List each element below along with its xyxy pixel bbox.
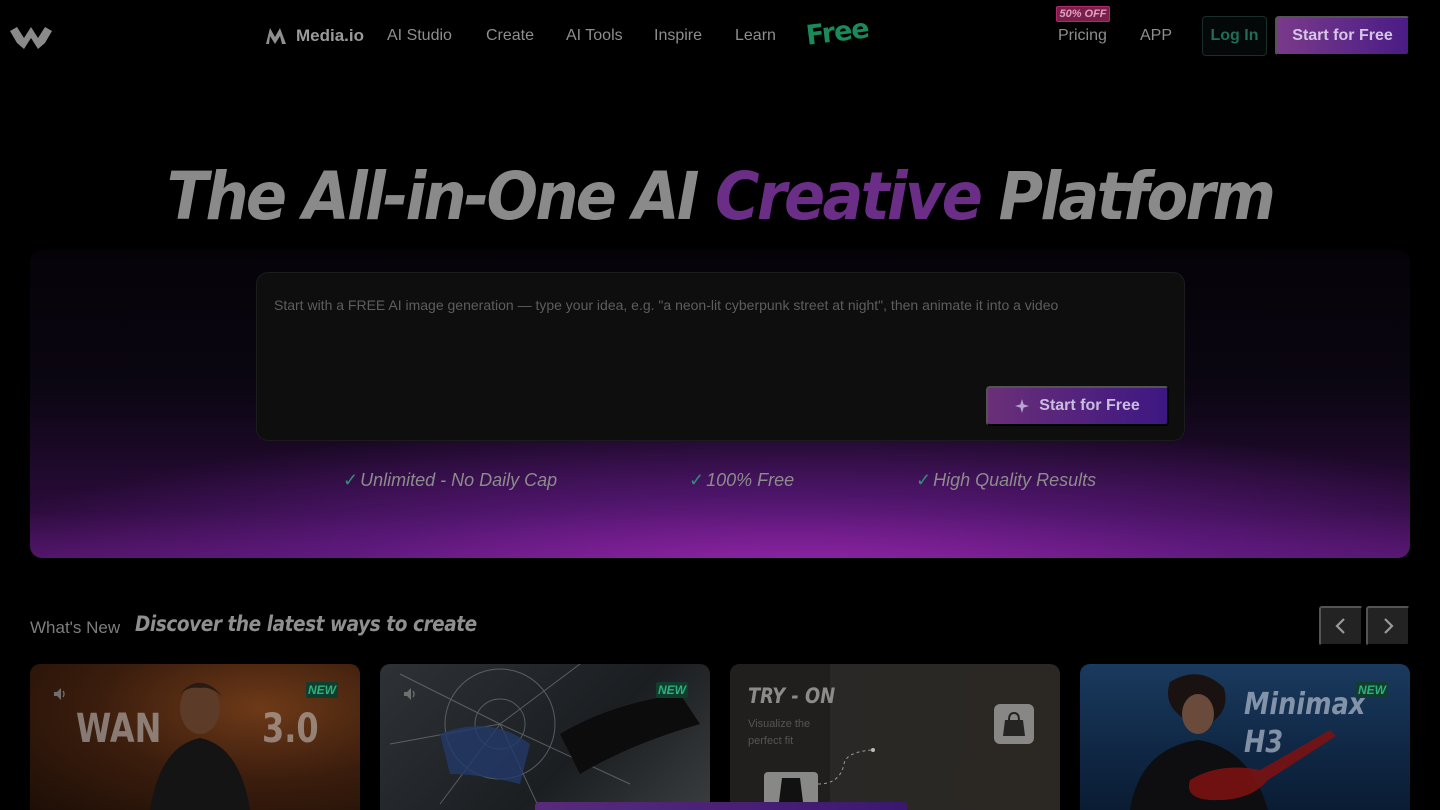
whats-new-label: What's New [30,618,121,637]
feature-card-try-on[interactable]: TRY - ON Visualize the perfect fit [730,664,1060,810]
media-io-logo-icon [266,28,286,44]
bag-icon [994,704,1034,744]
nav-create[interactable]: Create [486,27,534,45]
free-tag[interactable]: Free [804,13,870,51]
feature-card-glass-shatter[interactable]: NEW [380,664,710,810]
wondershare-logo-icon[interactable] [10,27,52,49]
check-icon: ✓ [343,470,359,490]
nav-app[interactable]: APP [1140,27,1172,45]
card-title-minimax-line-2: H3 [1244,725,1284,760]
card-title-try-on: TRY - ON [748,684,836,708]
carousel-prev-button[interactable] [1319,606,1363,646]
check-icon: ✓ [689,470,705,490]
whats-new-subtitle: Discover the latest ways to create [135,612,477,636]
prompt-box: Start for Free [256,272,1185,441]
login-button[interactable]: Log In [1202,16,1267,56]
feature-label: Unlimited - No Daily Cap [360,470,558,490]
card-title-version: 3.0 [262,706,319,752]
nav-inspire[interactable]: Inspire [654,27,702,45]
chevron-right-icon [1384,618,1394,634]
nav-learn[interactable]: Learn [735,27,776,45]
start-for-free-hero-button[interactable]: Start for Free [986,386,1169,426]
new-badge: NEW [1356,682,1388,698]
feature-label: High Quality Results [933,470,1097,490]
nav-pricing[interactable]: Pricing [1058,27,1107,45]
chevron-left-icon [1335,618,1345,634]
floating-bottom-bar[interactable] [535,802,907,810]
hero-button-label: Start for Free [1039,397,1140,414]
start-for-free-nav-button[interactable]: Start for Free [1275,16,1410,56]
hero-title-accent: Creative [715,158,983,235]
top-navigation: Media.io AI Studio Create AI Tools Inspi… [0,0,1440,72]
product-name: Media.io [296,26,365,45]
feature-card-wan[interactable]: WAN 3.0 NEW [30,664,360,810]
sparkle-icon [1015,399,1030,413]
hero-title-part-1: The All-in-One AI [166,158,716,235]
discount-badge: 50% OFF [1056,6,1110,22]
feature-free: ✓ 100% Free [689,470,794,491]
outfit-illustration [764,748,875,810]
feature-label: 100% Free [706,470,795,490]
feature-card-minimax[interactable]: Minimax H3 NEW [1080,664,1410,810]
carousel-next-button[interactable] [1366,606,1410,646]
hero-title: The All-in-One AI Creative Platform [58,158,1383,235]
feature-quality: ✓ High Quality Results [916,470,1096,491]
nav-ai-tools[interactable]: AI Tools [566,27,623,45]
sound-icon[interactable] [52,686,68,702]
new-badge: NEW [306,682,338,698]
nav-ai-studio[interactable]: AI Studio [387,27,452,45]
card-title-minimax: Minimax H3 [1244,686,1365,762]
new-badge: NEW [656,682,688,698]
prompt-input[interactable] [274,297,1154,313]
card-title-wan: WAN [76,706,162,752]
media-io-brand[interactable]: Media.io [264,24,364,48]
feature-unlimited: ✓ Unlimited - No Daily Cap [343,470,557,491]
hero-title-part-2: Platform [980,158,1276,235]
card-title-minimax-line-1: Minimax [1244,687,1366,722]
check-icon: ✓ [916,470,932,490]
